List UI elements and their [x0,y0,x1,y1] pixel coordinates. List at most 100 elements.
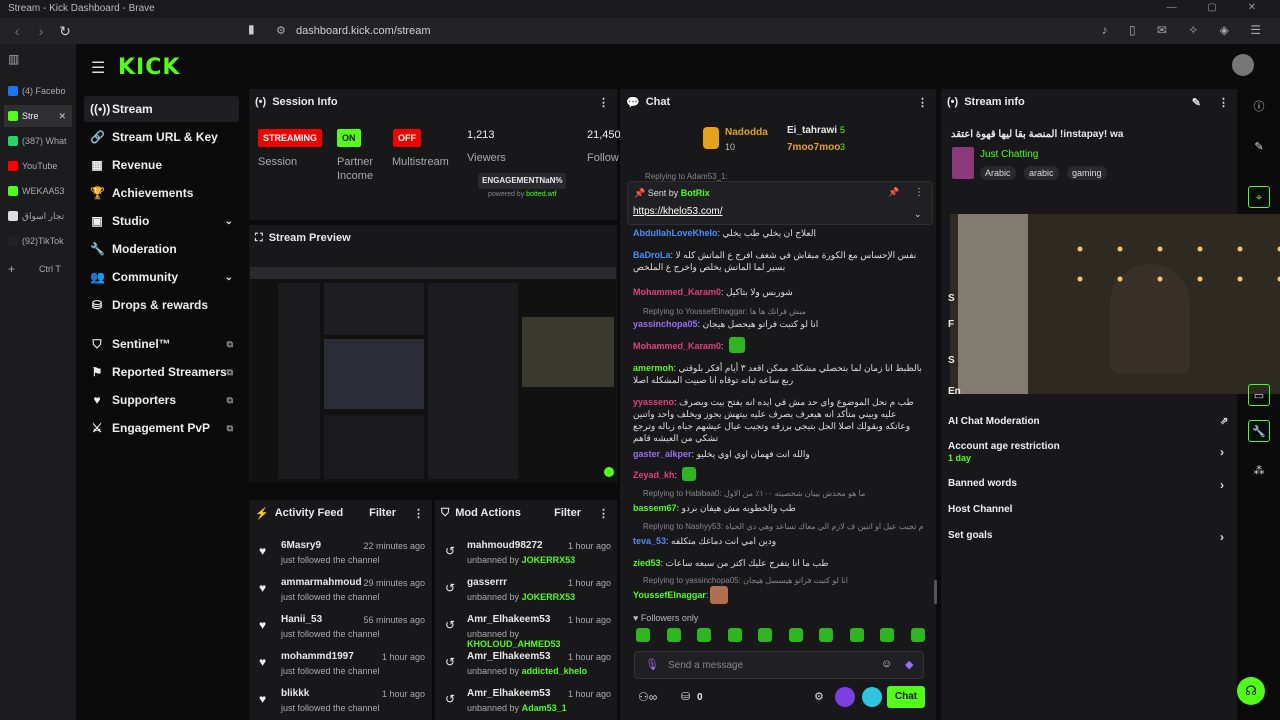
nav-item-stream[interactable]: ((•)) Stream [84,96,239,122]
window-controls[interactable]: — ▢ ✕ [1167,2,1270,13]
emote-icon[interactable] [666,628,681,642]
microphone-icon[interactable]: 🎙 [645,658,659,671]
tag-chip[interactable]: arabic [1024,166,1059,180]
chat-settings-icon[interactable]: ⚙ [814,690,824,703]
support-icon[interactable]: ☊ [1237,677,1265,705]
chat-username[interactable]: Mohammed_Karam0 [633,287,721,297]
site-settings-icon[interactable]: ⚙ [276,22,286,40]
moderator-name[interactable]: Adam53_1 [522,703,567,713]
chat-input[interactable]: 🎙 Send a message ☺ ◆ [634,651,924,679]
unpin-icon[interactable]: 📌 [888,187,899,198]
browser-tab[interactable]: Stre ✕ [4,105,72,127]
nav-item-revenue[interactable]: ▦ Revenue [84,152,239,178]
leader-1-name[interactable]: Nadodda [725,127,768,138]
chat-username[interactable]: gaster_alkper [633,449,692,459]
moderator-name[interactable]: JOKERRX53 [522,555,576,565]
pinned-more-icon[interactable]: ⋮ [914,187,924,198]
account-age-row[interactable]: Account age restriction › [948,441,1224,459]
menu-icon[interactable]: ☰ [91,58,105,78]
sidebar-toggle-icon[interactable]: ▥ [8,52,19,66]
browser-tab[interactable]: YouTube [4,155,72,177]
follower-name[interactable]: blikkk [281,688,309,699]
category-name[interactable]: Just Chatting [980,149,1038,160]
chat-username[interactable]: amermoh [633,363,674,373]
7tv-icon[interactable] [835,687,855,707]
chat-username[interactable]: bassem67 [633,503,677,513]
emote-icon[interactable] [849,628,864,642]
emote-icon[interactable] [636,628,650,642]
browser-tab[interactable]: (92)TikTok [4,230,72,252]
tag-chip[interactable]: Arabic [980,166,1016,180]
bookmark-icon[interactable]: ▮ [248,22,255,36]
close-tab-icon[interactable]: ✕ [58,111,66,122]
set-goals-row[interactable]: Set goals › [948,530,1224,544]
focus-icon[interactable]: ⌖ [1248,186,1270,208]
follower-name[interactable]: Hanii_53 [281,614,322,625]
nav-item-studio[interactable]: ▣ Studio ⌄ [84,208,239,234]
nav-item-sentinel-[interactable]: ⛉ Sentinel™ ⧉ [84,331,239,357]
follower-name[interactable]: ammarmahmoud [281,577,362,588]
back-icon[interactable]: ‹ [10,23,24,39]
browser-tab[interactable]: تجار اسواق [4,205,72,227]
more-icon[interactable]: ⋮ [1218,96,1229,109]
url-field[interactable]: ⚙ dashboard.kick.com/stream [272,22,872,40]
more-icon[interactable]: ⋮ [598,507,609,520]
nav-item-moderation[interactable]: 🔧 Moderation [84,236,239,262]
send-chat-button[interactable]: Chat [887,686,925,708]
partner-income-badge[interactable]: ON [337,129,361,147]
nav-item-engagement-pvp[interactable]: ⚔ Engagement PvP ⧉ [84,415,239,441]
pencil-icon[interactable]: ✎ [1248,136,1270,158]
chat-username[interactable]: Zeyad_kh [633,470,675,480]
more-icon[interactable]: ⋮ [598,96,609,109]
leader-2-name[interactable]: Ei_tahrawi [787,125,837,136]
more-icon[interactable]: ⋮ [413,507,424,520]
avatar[interactable] [1232,54,1254,76]
ffz-icon[interactable] [862,687,882,707]
unbanned-user[interactable]: Amr_Elhakeem53 [467,614,550,625]
emote-icon[interactable] [788,628,803,642]
emoji-icon[interactable]: ☺ [881,658,892,670]
chat-username[interactable]: BaDroLa [633,250,671,260]
chat-scrollbar[interactable] [934,580,937,604]
tag-chip[interactable]: gaming [1067,166,1107,180]
chat-username[interactable]: Mohammed_Karam0 [633,341,721,351]
panel-icon[interactable]: ▭ [1248,384,1270,406]
chat-username[interactable]: zied53 [633,558,661,568]
reload-icon[interactable]: ↻ [58,23,72,40]
unbanned-user[interactable]: Amr_Elhakeem53 [467,651,550,662]
ai-chat-moderation-row[interactable]: AI Chat Moderation ⇗ [948,416,1228,427]
mod-filter-button[interactable]: Filter [554,507,581,519]
nav-item-supporters[interactable]: ♥ Supporters ⧉ [84,387,239,413]
moderator-name[interactable]: KHOLOUD_AHMED53 [467,639,561,649]
emote-icon[interactable] [910,628,925,642]
browser-tab[interactable]: (387) What [4,130,72,152]
emote-icon[interactable] [727,628,742,642]
emote-icon[interactable] [758,628,772,642]
banned-words-row[interactable]: Banned words › [948,478,1224,492]
moderator-name[interactable]: JOKERRX53 [522,592,576,602]
nav-item-drops-rewards[interactable]: ⛁ Drops & rewards [84,292,239,318]
chat-username[interactable]: yassinchopa05 [633,319,698,329]
nav-item-achievements[interactable]: 🏆 Achievements [84,180,239,206]
nav-item-stream-url-key[interactable]: 🔗 Stream URL & Key [84,124,239,150]
multistream-badge[interactable]: OFF [393,129,421,147]
chat-username[interactable]: YoussefElnaggar [633,590,706,600]
forward-icon[interactable]: › [34,23,48,39]
expand-icon[interactable]: ⌄ [914,209,922,220]
unbanned-user[interactable]: mahmoud98272 [467,540,543,551]
pinned-link[interactable]: https://khelo53.com/ [633,206,723,217]
extensions-toolbar[interactable]: ♪ ▯ ✉ ✧ ◈ ☰ [1102,23,1270,37]
more-icon[interactable]: ⋮ [917,96,928,109]
new-tab-button[interactable]: + Ctrl T [4,258,72,280]
edit-icon[interactable]: ✎ [1192,96,1201,109]
host-channel-row[interactable]: Host Channel [948,504,1012,515]
gift-icon[interactable]: ◆ [905,658,913,671]
unbanned-user[interactable]: Amr_Elhakeem53 [467,688,550,699]
info-icon[interactable]: ⓘ [1248,96,1270,118]
nav-item-community[interactable]: 👥 Community ⌄ [84,264,239,290]
browser-tab[interactable]: WEKAA53 [4,180,72,202]
chat-username[interactable]: teva_53 [633,536,666,546]
kick-logo[interactable]: KICK [118,55,180,80]
emote-icon[interactable] [697,628,711,642]
botted-link[interactable]: botted.wtf [526,191,556,198]
